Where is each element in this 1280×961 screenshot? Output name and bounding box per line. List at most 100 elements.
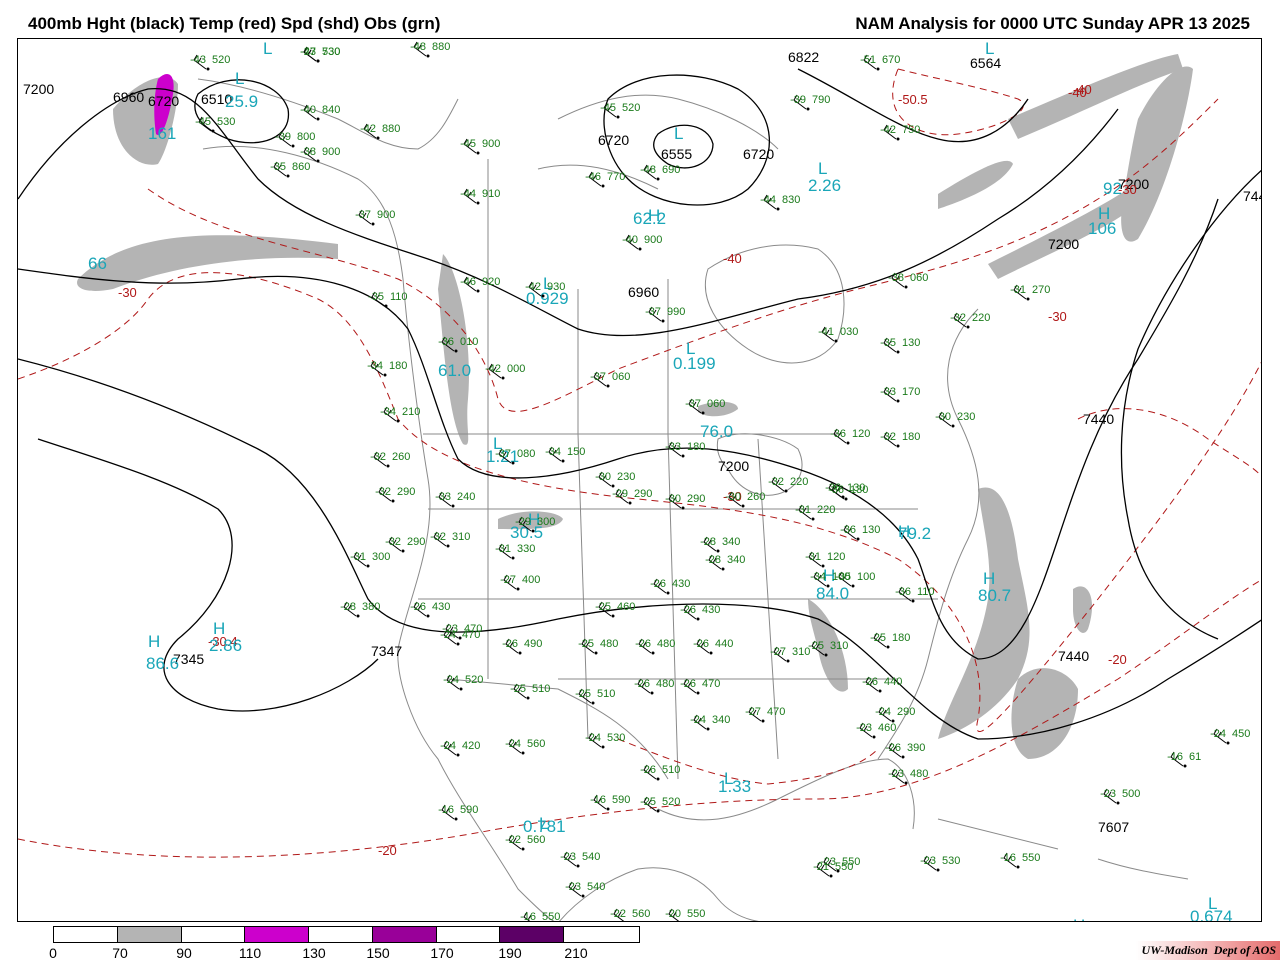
legend-tick: 110	[238, 945, 262, 961]
station-height: 550	[687, 908, 705, 920]
station-temp: -37	[495, 448, 511, 460]
station-height: 230	[617, 471, 635, 483]
temperature-contours	[18, 68, 1261, 858]
station-height: 470	[767, 706, 785, 718]
station-height: 520	[212, 54, 230, 66]
station-height: 270	[1032, 284, 1050, 296]
station-ob: -45 520	[600, 102, 640, 119]
station-dot	[384, 304, 388, 308]
station-dot	[701, 411, 705, 415]
station-ob: -27 400	[500, 574, 540, 591]
temperature-label: -20	[378, 843, 397, 858]
station-ob: -31 270	[1010, 284, 1050, 301]
station-height: 900	[377, 209, 395, 221]
station-height: 260	[747, 491, 765, 503]
station-height: 480	[600, 638, 618, 650]
station-height: 420	[462, 740, 480, 752]
station-temp: -26	[885, 742, 901, 754]
station-dot	[776, 207, 780, 211]
station-temp: -34	[545, 446, 561, 458]
height-label: 7440	[1083, 411, 1114, 427]
station-dot	[836, 869, 840, 873]
station-height: 830	[782, 194, 800, 206]
station-height: 080	[517, 448, 535, 460]
height-label: 6720	[148, 93, 179, 109]
station-ob: -37 900	[355, 209, 395, 226]
station-temp: -46	[460, 276, 476, 288]
legend-tick: 90	[176, 945, 192, 961]
station-temp: -25	[595, 601, 611, 613]
station-height: 880	[432, 41, 450, 53]
station-dot	[650, 691, 654, 695]
station-height: 560	[527, 738, 545, 750]
station-ob: -48 880	[410, 41, 450, 58]
station-dot	[371, 222, 375, 226]
height-label: 6720	[743, 146, 774, 162]
station-dot	[316, 117, 320, 121]
station-dot	[761, 719, 765, 723]
station-temp: -37	[355, 209, 371, 221]
station-dot	[706, 727, 710, 731]
station-temp: -40	[300, 104, 316, 116]
station-ob: -24 290	[875, 706, 915, 723]
station-dot	[601, 745, 605, 749]
station-temp: -30	[935, 411, 951, 423]
station-dot	[316, 159, 320, 163]
station-dot	[681, 506, 685, 510]
station-ob: -25 180	[870, 632, 910, 649]
legend-tick: 0	[49, 945, 57, 961]
height-contour-7200	[18, 198, 1219, 660]
station-temp: -32	[430, 531, 446, 543]
station-ob: -25 510	[510, 683, 550, 700]
station-ob: -16 550	[1000, 852, 1040, 869]
station-ob: -38 060	[888, 272, 928, 289]
speed-legend	[53, 926, 640, 943]
station-dot	[541, 294, 545, 298]
station-ob: -34 180	[367, 360, 407, 377]
station-height: 530	[217, 116, 235, 128]
legend-tick: 170	[430, 945, 454, 961]
station-temp: -38	[888, 272, 904, 284]
station-height: 480	[910, 768, 928, 780]
station-temp: -36	[830, 428, 846, 440]
station-temp: -26	[635, 638, 651, 650]
station-ob: -30 290	[665, 493, 705, 510]
station-ob: -28 340	[700, 536, 740, 553]
station-height: 440	[884, 676, 902, 688]
station-ob: -16 590	[590, 794, 630, 811]
station-dot	[1226, 741, 1230, 745]
station-dot	[681, 454, 685, 458]
speed-label: 80.7	[978, 586, 1011, 605]
station-height: 130	[850, 484, 868, 496]
station-dot	[784, 489, 788, 493]
station-temp: -26	[410, 601, 426, 613]
station-ob: -36 120	[830, 428, 870, 445]
station-dot	[391, 499, 395, 503]
station-height: 100	[832, 571, 850, 583]
station-dot	[476, 289, 480, 293]
station-temp: -45	[460, 138, 476, 150]
station-height: 530	[322, 46, 340, 58]
station-temp: -24	[585, 732, 601, 744]
station-ob: -37 060	[590, 371, 630, 388]
station-temp: -23	[820, 856, 836, 868]
station-height: 540	[582, 851, 600, 863]
station-temp: -34	[367, 360, 383, 372]
station-ob: -24 420	[440, 740, 480, 757]
station-temp: -31	[795, 504, 811, 516]
station-temp: -39	[275, 131, 291, 143]
station-temp: -48	[640, 164, 656, 176]
station-dot	[454, 349, 458, 353]
station-dot	[518, 651, 522, 655]
speed-labels: 25.916162.22.2610692660.9290.19961.076.0…	[88, 92, 1233, 921]
legend-tick: 70	[112, 945, 128, 961]
station-height: 060	[612, 371, 630, 383]
station-height: 590	[612, 794, 630, 806]
station-height: 400	[522, 574, 540, 586]
station-dot	[606, 807, 610, 811]
station-ob: -39 790	[790, 94, 830, 111]
station-height: 180	[389, 360, 407, 372]
station-dot	[356, 614, 360, 618]
station-ob: -16 550	[520, 911, 560, 921]
height-label: 7440	[1243, 188, 1262, 204]
